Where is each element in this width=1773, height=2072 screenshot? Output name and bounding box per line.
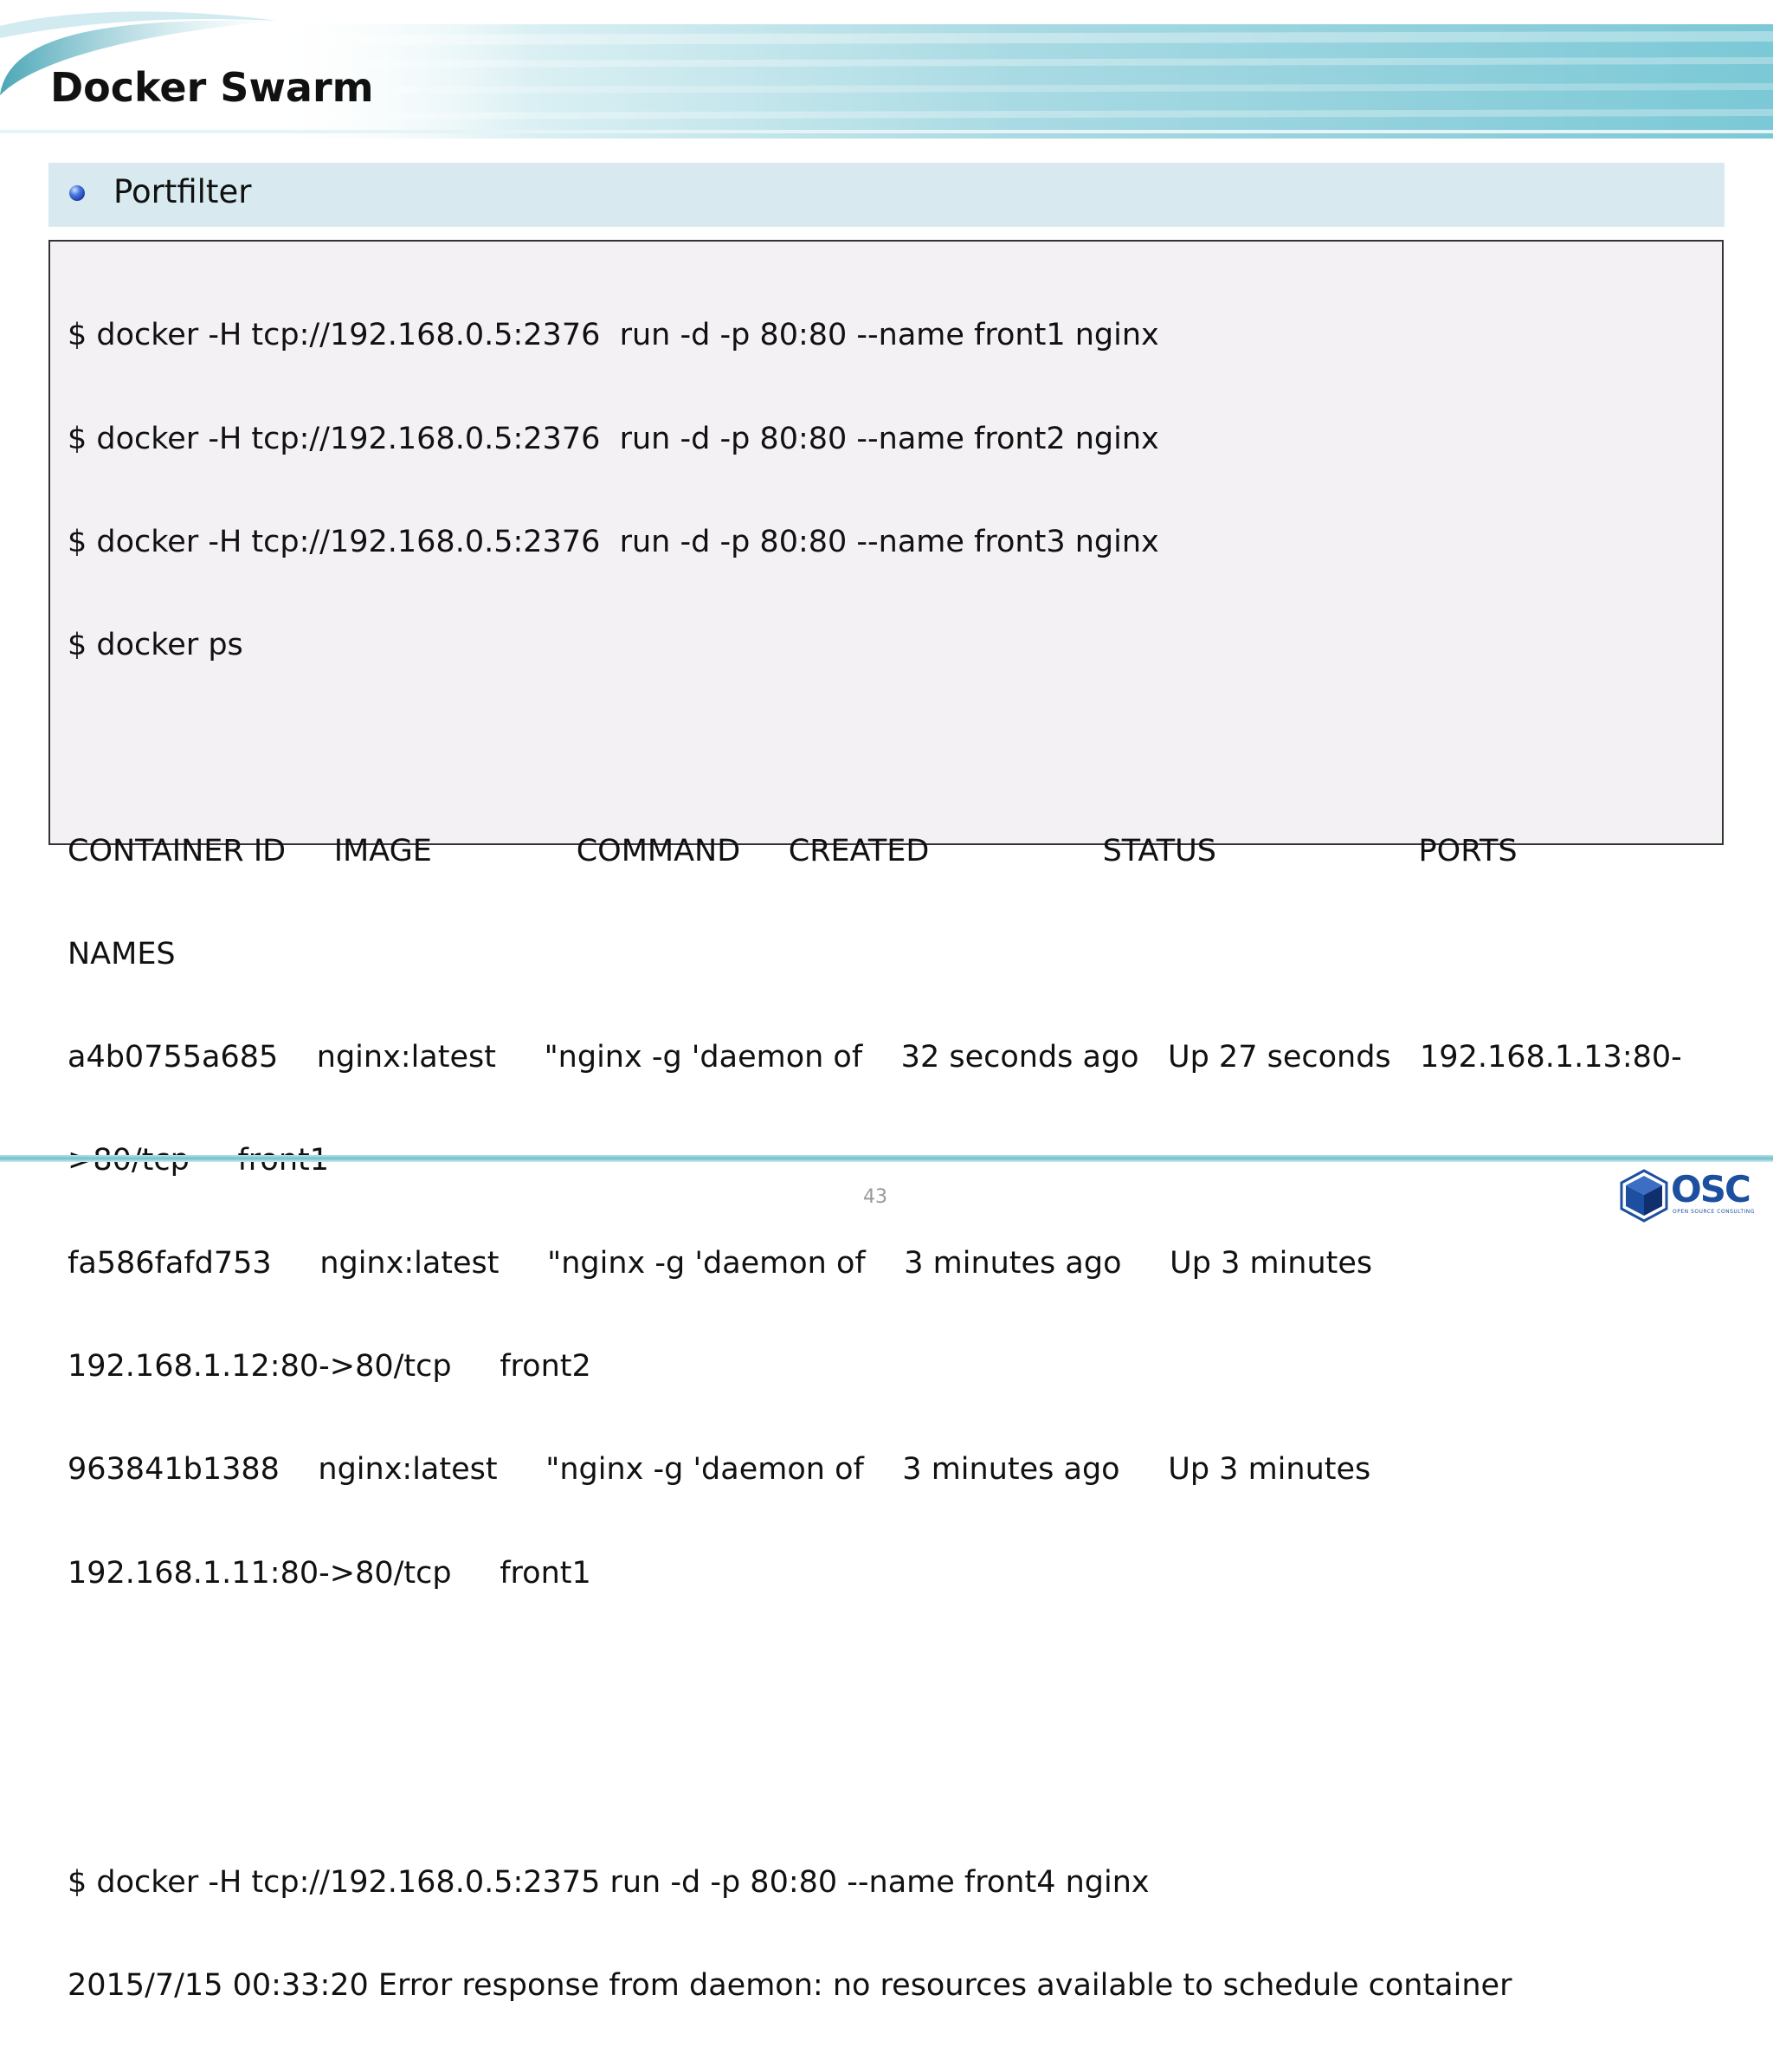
terminal-line: $ docker -H tcp://192.168.0.5:2375 run -… [68,1864,1150,1900]
bullet-bar [48,163,1725,227]
slide-title: Docker Swarm [50,64,374,111]
bullet-text: Portfilter [113,173,252,210]
logo-wordmark: OSC [1671,1168,1751,1210]
terminal-line: 192.168.1.11:80->80/tcp front1 [68,1555,591,1591]
terminal-line: NAMES [68,936,176,971]
page-number: 43 [863,1186,887,1208]
terminal-line: a4b0755a685 nginx:latest "nginx -g 'daem… [68,1040,1682,1075]
footer-rule [0,1155,1773,1162]
terminal-line: $ docker -H tcp://192.168.0.5:2376 run -… [68,318,1159,353]
cube-logo-icon [1620,1169,1668,1223]
osc-logo: OSC OPEN SOURCE CONSULTING [1619,1169,1766,1223]
terminal-line: 963841b1388 nginx:latest "nginx -g 'daem… [68,1452,1371,1488]
bullet-dot-icon [69,185,85,201]
terminal-line: $ docker -H tcp://192.168.0.5:2376 run -… [68,524,1159,559]
terminal-output-box: $ docker -H tcp://192.168.0.5:2376 run -… [48,240,1724,2003]
terminal-line: 192.168.1.12:80->80/tcp front2 [68,1349,591,1385]
terminal-line: CONTAINER ID IMAGE COMMAND CREATED STATU… [68,833,1518,868]
terminal-line: 2015/7/15 00:33:20 Error response from d… [68,1967,1512,2003]
terminal-line: fa586fafd753 nginx:latest "nginx -g 'dae… [68,1246,1373,1281]
terminal-line: $ docker ps [68,627,243,662]
terminal-line: $ docker -H tcp://192.168.0.5:2376 run -… [68,421,1159,456]
logo-tagline: OPEN SOURCE CONSULTING [1673,1209,1755,1215]
